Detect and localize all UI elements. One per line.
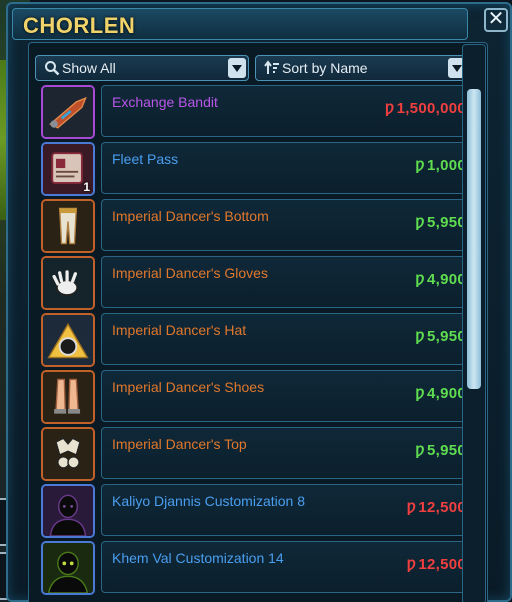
item-list-scrollbar[interactable]	[462, 44, 486, 602]
item-info: Imperial Dancer's Top Ƿ 5,950	[101, 427, 473, 479]
item-name: Fleet Pass	[112, 151, 179, 167]
top-icon	[41, 427, 95, 481]
credits-icon: Ƿ	[415, 328, 425, 344]
credits-icon: Ƿ	[415, 214, 425, 230]
item-row[interactable]: Imperial Dancer's Shoes Ƿ 4,900	[41, 370, 475, 424]
chevron-down-icon	[228, 58, 246, 78]
item-price-value: 1,000	[426, 157, 466, 174]
item-row[interactable]: 1 Fleet Pass Ƿ 1,000	[41, 142, 475, 196]
item-price-value: 5,950	[426, 442, 466, 459]
scrollbar-thumb[interactable]	[467, 89, 481, 389]
hat-icon	[41, 313, 95, 367]
item-price-value: 1,500,000	[396, 100, 466, 117]
item-info: Fleet Pass Ƿ 1,000	[101, 142, 473, 194]
credits-icon: Ƿ	[415, 385, 425, 401]
item-price: Ƿ 5,950	[415, 214, 466, 231]
pass-card-icon: 1	[41, 142, 95, 196]
item-quantity: 1	[83, 180, 90, 194]
item-price-value: 12,500	[418, 556, 466, 573]
credits-icon: Ƿ	[406, 556, 417, 572]
sort-label: Sort by Name	[282, 60, 368, 76]
item-row[interactable]: Imperial Dancer's Bottom Ƿ 5,950	[41, 199, 475, 253]
item-row[interactable]: Exchange Bandit Ƿ 1,500,000	[41, 85, 475, 139]
item-price: Ƿ 4,900	[415, 271, 466, 288]
item-list: Exchange Bandit Ƿ 1,500,000 1 Fleet Pass …	[41, 85, 475, 602]
sort-icon	[264, 60, 279, 74]
item-price: Ƿ 4,900	[415, 385, 466, 402]
item-info: Kaliyo Djannis Customization 8 Ƿ 12,500	[101, 484, 473, 536]
item-name: Imperial Dancer's Shoes	[112, 379, 265, 395]
item-row[interactable]: Imperial Dancer's Gloves Ƿ 4,900	[41, 256, 475, 310]
close-button[interactable]: ✕	[484, 8, 508, 32]
credits-icon: Ƿ	[415, 157, 425, 173]
item-info: Exchange Bandit Ƿ 1,500,000	[101, 85, 473, 137]
silhouette-icon	[41, 484, 95, 538]
item-row[interactable]: Imperial Dancer's Top Ƿ 5,950	[41, 427, 475, 481]
item-name: Exchange Bandit	[112, 94, 218, 110]
item-price-value: 12,500	[418, 499, 466, 516]
vendor-window: CHORLEN ✕ Show All Sort by Name Exchange…	[6, 2, 512, 602]
vendor-title: CHORLEN	[23, 13, 136, 38]
item-name: Imperial Dancer's Gloves	[112, 265, 268, 281]
search-icon	[45, 61, 60, 76]
item-price: Ƿ 12,500	[407, 499, 466, 516]
credits-icon: Ƿ	[384, 100, 395, 116]
item-name: Kaliyo Djannis Customization 8	[112, 493, 305, 509]
vendor-panel: Show All Sort by Name Exchange Bandit Ƿ …	[28, 42, 488, 602]
pants-icon	[41, 199, 95, 253]
item-row[interactable]: Kaliyo Djannis Customization 8 Ƿ 12,500	[41, 484, 475, 538]
item-row[interactable]: Imperial Dancer's Hat Ƿ 5,950	[41, 313, 475, 367]
credits-icon: Ƿ	[415, 442, 425, 458]
credits-icon: Ƿ	[406, 499, 417, 515]
item-price-value: 4,900	[426, 385, 466, 402]
item-name: Khem Val Customization 14	[112, 550, 284, 566]
item-info: Imperial Dancer's Shoes Ƿ 4,900	[101, 370, 473, 422]
gloves-icon	[41, 256, 95, 310]
item-name: Imperial Dancer's Hat	[112, 322, 247, 338]
show-filter-label: Show All	[62, 60, 116, 76]
item-info: Khem Val Customization 14 Ƿ 12,500	[101, 541, 473, 593]
item-price-value: 4,900	[426, 271, 466, 288]
item-info: Imperial Dancer's Gloves Ƿ 4,900	[101, 256, 473, 308]
item-name: Imperial Dancer's Top	[112, 436, 247, 452]
boots-icon	[41, 370, 95, 424]
item-info: Imperial Dancer's Hat Ƿ 5,950	[101, 313, 473, 365]
close-icon: ✕	[487, 8, 505, 30]
item-price: Ƿ 12,500	[407, 556, 466, 573]
item-price: Ƿ 1,000	[415, 157, 466, 174]
speeder-icon	[41, 85, 95, 139]
item-info: Imperial Dancer's Bottom Ƿ 5,950	[101, 199, 473, 251]
item-price: Ƿ 5,950	[415, 328, 466, 345]
credits-icon: Ƿ	[415, 271, 425, 287]
item-price-value: 5,950	[426, 328, 466, 345]
item-row[interactable]: Khem Val Customization 14 Ƿ 12,500	[41, 541, 475, 595]
item-name: Imperial Dancer's Bottom	[112, 208, 269, 224]
item-price-value: 5,950	[426, 214, 466, 231]
title-bar[interactable]: CHORLEN	[12, 8, 468, 40]
sort-dropdown[interactable]: Sort by Name	[255, 55, 469, 81]
item-price: Ƿ 1,500,000	[385, 100, 466, 117]
silhouette-icon	[41, 541, 95, 595]
show-filter-dropdown[interactable]: Show All	[35, 55, 249, 81]
item-price: Ƿ 5,950	[415, 442, 466, 459]
